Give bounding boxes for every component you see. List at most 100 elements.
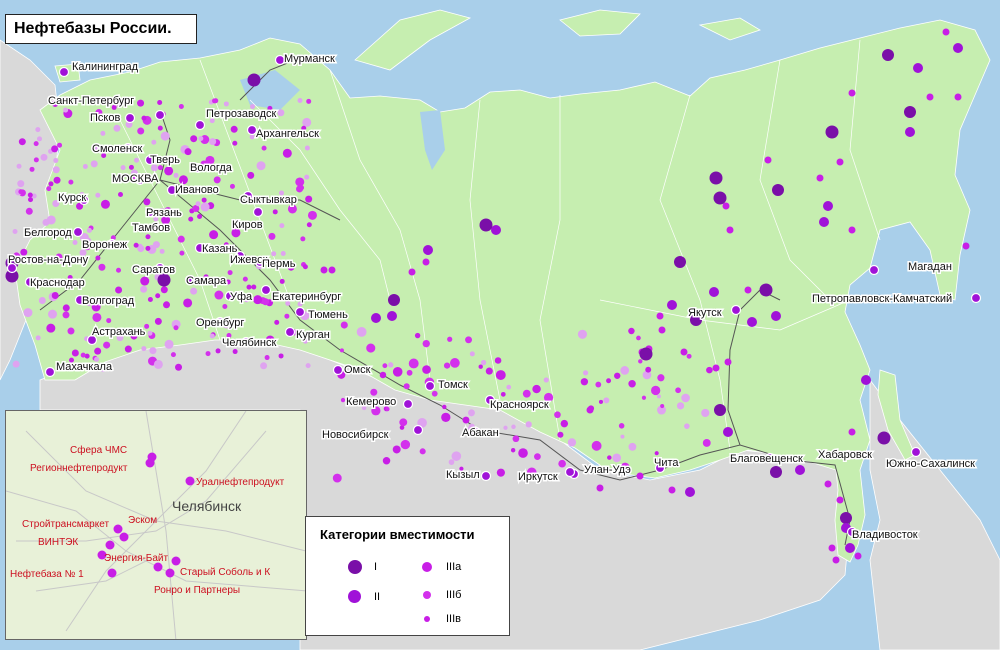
- oil-depot-marker[interactable]: [256, 161, 266, 171]
- oil-depot-marker[interactable]: [164, 339, 174, 349]
- oil-depot-marker[interactable]: [882, 49, 894, 61]
- oil-depot-marker[interactable]: [278, 353, 284, 359]
- oil-depot-marker[interactable]: [52, 166, 60, 174]
- oil-depot-marker[interactable]: [305, 363, 311, 369]
- oil-depot-marker[interactable]: [543, 377, 549, 383]
- inset-depot-marker[interactable]: [165, 568, 175, 578]
- oil-depot-marker[interactable]: [247, 73, 261, 87]
- oil-depot-marker[interactable]: [424, 380, 436, 392]
- oil-depot-marker[interactable]: [836, 496, 844, 504]
- oil-depot-marker[interactable]: [770, 466, 782, 478]
- oil-depot-marker[interactable]: [645, 366, 652, 373]
- oil-depot-marker[interactable]: [157, 100, 163, 106]
- oil-depot-marker[interactable]: [35, 127, 41, 133]
- oil-depot-marker[interactable]: [408, 358, 419, 369]
- oil-depot-marker[interactable]: [848, 89, 856, 97]
- oil-depot-marker[interactable]: [819, 217, 829, 227]
- oil-depot-marker[interactable]: [702, 439, 711, 447]
- oil-depot-marker[interactable]: [399, 418, 408, 427]
- oil-depot-marker[interactable]: [684, 423, 690, 429]
- oil-depot-marker[interactable]: [764, 156, 772, 164]
- oil-depot-marker[interactable]: [824, 480, 832, 488]
- oil-depot-marker[interactable]: [400, 439, 411, 450]
- oil-depot-marker[interactable]: [408, 268, 416, 276]
- oil-depot-marker[interactable]: [140, 276, 150, 286]
- oil-depot-marker[interactable]: [387, 362, 394, 368]
- oil-depot-marker[interactable]: [198, 135, 204, 141]
- oil-depot-marker[interactable]: [40, 153, 48, 161]
- oil-depot-marker[interactable]: [18, 189, 24, 195]
- oil-depot-marker[interactable]: [51, 145, 59, 153]
- oil-depot-marker[interactable]: [232, 349, 238, 355]
- oil-depot-marker[interactable]: [295, 177, 305, 187]
- oil-depot-marker[interactable]: [868, 264, 880, 276]
- oil-depot-marker[interactable]: [591, 440, 602, 451]
- oil-depot-marker[interactable]: [628, 442, 637, 451]
- oil-depot-marker[interactable]: [48, 309, 58, 319]
- oil-depot-marker[interactable]: [926, 93, 934, 101]
- oil-depot-marker[interactable]: [730, 304, 742, 316]
- oil-depot-marker[interactable]: [379, 371, 387, 379]
- inset-depot-marker[interactable]: [107, 568, 117, 578]
- oil-depot-marker[interactable]: [42, 218, 50, 226]
- oil-depot-marker[interactable]: [284, 313, 290, 319]
- oil-depot-marker[interactable]: [147, 296, 153, 302]
- oil-depot-marker[interactable]: [71, 349, 79, 357]
- oil-depot-marker[interactable]: [16, 163, 22, 169]
- oil-depot-marker[interactable]: [149, 347, 157, 355]
- oil-depot-marker[interactable]: [638, 359, 643, 364]
- oil-depot-marker[interactable]: [27, 192, 33, 198]
- oil-depot-marker[interactable]: [747, 317, 757, 327]
- oil-depot-marker[interactable]: [200, 202, 210, 212]
- oil-depot-marker[interactable]: [557, 431, 564, 438]
- oil-depot-marker[interactable]: [913, 63, 923, 73]
- oil-depot-marker[interactable]: [495, 370, 506, 380]
- oil-depot-marker[interactable]: [247, 171, 255, 179]
- oil-depot-marker[interactable]: [714, 404, 726, 416]
- oil-depot-marker[interactable]: [479, 218, 493, 232]
- oil-depot-marker[interactable]: [17, 180, 25, 188]
- oil-depot-marker[interactable]: [722, 202, 730, 210]
- oil-depot-marker[interactable]: [137, 127, 145, 135]
- oil-depot-marker[interactable]: [173, 325, 179, 331]
- oil-depot-marker[interactable]: [441, 412, 451, 423]
- oil-depot-marker[interactable]: [160, 131, 170, 141]
- oil-depot-marker[interactable]: [320, 266, 328, 274]
- oil-depot-marker[interactable]: [712, 364, 720, 372]
- oil-depot-marker[interactable]: [12, 360, 20, 368]
- oil-depot-marker[interactable]: [706, 366, 713, 374]
- oil-depot-marker[interactable]: [674, 256, 686, 268]
- oil-depot-marker[interactable]: [522, 389, 531, 398]
- oil-depot-marker[interactable]: [300, 236, 306, 242]
- oil-depot-marker[interactable]: [205, 351, 211, 357]
- oil-depot-marker[interactable]: [423, 245, 433, 255]
- oil-depot-marker[interactable]: [512, 435, 520, 443]
- oil-depot-marker[interactable]: [614, 372, 621, 379]
- oil-depot-marker[interactable]: [620, 434, 625, 439]
- oil-depot-marker[interactable]: [145, 234, 151, 240]
- oil-depot-marker[interactable]: [294, 306, 306, 318]
- oil-depot-marker[interactable]: [744, 286, 752, 294]
- oil-depot-marker[interactable]: [28, 197, 34, 203]
- oil-depot-marker[interactable]: [828, 544, 836, 552]
- oil-depot-marker[interactable]: [340, 321, 348, 329]
- oil-depot-marker[interactable]: [651, 385, 661, 396]
- oil-depot-marker[interactable]: [209, 333, 215, 339]
- oil-depot-marker[interactable]: [188, 216, 194, 222]
- oil-depot-marker[interactable]: [213, 176, 221, 184]
- oil-depot-marker[interactable]: [491, 225, 501, 235]
- oil-depot-marker[interactable]: [382, 456, 391, 465]
- oil-depot-marker[interactable]: [225, 279, 231, 285]
- oil-depot-marker[interactable]: [494, 357, 502, 364]
- oil-depot-marker[interactable]: [580, 378, 589, 386]
- oil-depot-marker[interactable]: [140, 285, 148, 293]
- oil-depot-marker[interactable]: [143, 198, 151, 206]
- oil-depot-marker[interactable]: [232, 140, 238, 146]
- oil-depot-marker[interactable]: [467, 409, 475, 417]
- oil-depot-marker[interactable]: [371, 313, 381, 323]
- oil-depot-marker[interactable]: [422, 365, 431, 374]
- oil-depot-marker[interactable]: [222, 303, 228, 309]
- oil-depot-marker[interactable]: [92, 312, 102, 322]
- oil-depot-marker[interactable]: [67, 327, 75, 335]
- oil-depot-marker[interactable]: [106, 318, 112, 324]
